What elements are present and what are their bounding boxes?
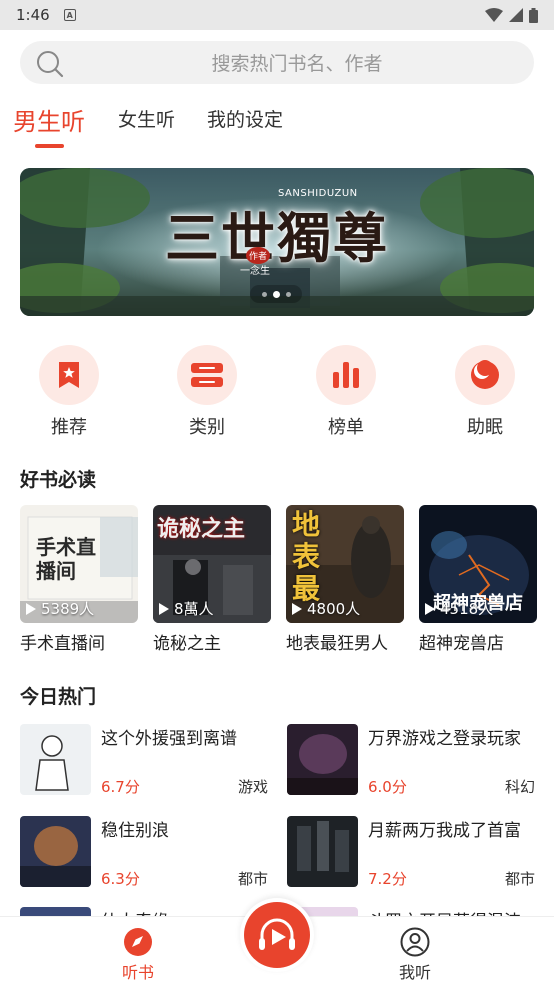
book-title: 地表最狂男人 <box>286 634 388 654</box>
cover-title: 诡秘之主 <box>157 516 246 542</box>
hot-book-thumb <box>287 816 358 887</box>
cell-signal-icon <box>509 8 523 22</box>
compass-icon <box>124 928 152 956</box>
hot-book-thumb <box>20 816 91 887</box>
cover-title: 手术直播间 <box>36 535 96 583</box>
hot-book-item[interactable]: 月薪两万我成了首富 7.2分 都市 <box>287 816 535 888</box>
status-icons <box>485 7 538 23</box>
nav-listen-label: 听书 <box>121 963 154 982</box>
nav-mine-label: 我听 <box>398 963 431 982</box>
book-cover: 超神宠兽店 4518人 <box>419 505 537 623</box>
hot-book-genre: 都市 <box>237 870 268 888</box>
hot-book-item[interactable]: 稳住别浪 6.3分 都市 <box>20 816 268 888</box>
hot-book-thumb <box>20 724 91 795</box>
category-recommend[interactable]: 推荐 <box>39 345 99 439</box>
book-card[interactable]: 超神宠兽店 4518人 超神宠兽店 <box>419 505 537 654</box>
hot-book-title: 稳住别浪 <box>101 821 169 841</box>
status-bar: 1:46 A <box>0 0 554 30</box>
listener-count: 5389人 <box>26 598 94 619</box>
category-label: 榜单 <box>328 417 364 438</box>
bookmark-star-icon <box>59 362 79 388</box>
listener-count: 8萬人 <box>159 598 214 619</box>
hot-book-genre: 游戏 <box>237 778 268 796</box>
section-title-must-read: 好书必读 <box>20 469 97 491</box>
search-placeholder: 搜索热门书名、作者 <box>211 53 383 75</box>
hot-book-score: 6.7分 <box>101 778 140 796</box>
tab-my-settings[interactable]: 我的设定 <box>207 105 283 132</box>
bar-chart-icon <box>333 362 359 388</box>
section-title-today-hot: 今日热门 <box>20 686 97 708</box>
hot-book-title: 万界游戏之登录玩家 <box>368 729 521 749</box>
hot-book-title: 这个外援强到离谱 <box>101 729 237 749</box>
hot-book-genre: 都市 <box>504 870 535 888</box>
book-card[interactable]: 地表最 4800人 地表最狂男人 <box>286 505 404 654</box>
banner-dot <box>261 291 267 297</box>
play-icon <box>26 602 36 615</box>
nav-mine[interactable]: 我听 <box>380 927 450 983</box>
category-rankings[interactable]: 榜单 <box>316 345 376 439</box>
book-title: 超神宠兽店 <box>419 634 504 654</box>
book-card[interactable]: 手术直播间 5389人 手术直播间 <box>20 505 138 654</box>
hot-book-title: 月薪两万我成了首富 <box>368 821 521 841</box>
battery-icon <box>529 7 538 23</box>
hot-book-thumb <box>287 724 358 795</box>
play-icon <box>425 602 435 615</box>
banner-pagination[interactable] <box>250 285 302 303</box>
tab-active-indicator <box>35 144 64 148</box>
category-label: 类别 <box>189 417 225 438</box>
category-label: 推荐 <box>51 417 87 438</box>
book-cover: 诡秘之主 8萬人 <box>153 505 271 623</box>
gender-tabs: 男生听 女生听 我的设定 <box>0 100 554 150</box>
user-profile-icon <box>400 927 430 957</box>
category-list-icon <box>191 363 223 387</box>
banner-title: 三世獨尊 <box>165 206 389 270</box>
play-icon <box>159 602 169 615</box>
tab-female[interactable]: 女生听 <box>118 105 175 132</box>
banner-dot <box>285 291 291 297</box>
banner-subtitle: SANSHIDUZUN <box>278 188 358 199</box>
hot-book-score: 7.2分 <box>368 870 407 888</box>
listener-count: 4800人 <box>292 598 360 619</box>
book-title: 诡秘之主 <box>153 634 221 654</box>
hot-book-score: 6.3分 <box>101 870 140 888</box>
category-sleep[interactable]: 助眠 <box>455 345 515 439</box>
cover-title: 地表最 <box>292 508 321 605</box>
banner-author: 一念生 <box>240 266 270 277</box>
status-time: 1:46 <box>16 6 50 24</box>
category-types[interactable]: 类别 <box>177 345 237 439</box>
play-button[interactable] <box>240 898 314 972</box>
hot-book-item[interactable]: 这个外援强到离谱 6.7分 游戏 <box>20 724 268 796</box>
book-card[interactable]: 诡秘之主 8萬人 诡秘之主 <box>153 505 271 654</box>
book-cover: 手术直播间 5389人 <box>20 505 138 623</box>
book-cover: 地表最 4800人 <box>286 505 404 623</box>
hot-book-genre: 科幻 <box>504 778 535 796</box>
tab-male[interactable]: 男生听 <box>13 102 85 137</box>
search-bar[interactable]: 搜索热门书名、作者 <box>20 41 534 84</box>
headphone-play-icon <box>259 918 295 950</box>
category-label: 助眠 <box>467 417 503 438</box>
hot-book-score: 6.0分 <box>368 778 407 796</box>
listener-count: 4518人 <box>425 598 493 619</box>
nav-listen[interactable]: 听书 <box>103 927 173 983</box>
hot-book-item[interactable]: 万界游戏之登录玩家 6.0分 科幻 <box>287 724 535 796</box>
play-icon <box>292 602 302 615</box>
search-icon <box>37 51 64 78</box>
notification-a-icon: A <box>63 9 76 21</box>
moon-sleep-icon <box>471 360 499 389</box>
wifi-icon <box>485 8 503 22</box>
banner-dot-active <box>272 290 280 298</box>
book-title: 手术直播间 <box>20 634 105 654</box>
